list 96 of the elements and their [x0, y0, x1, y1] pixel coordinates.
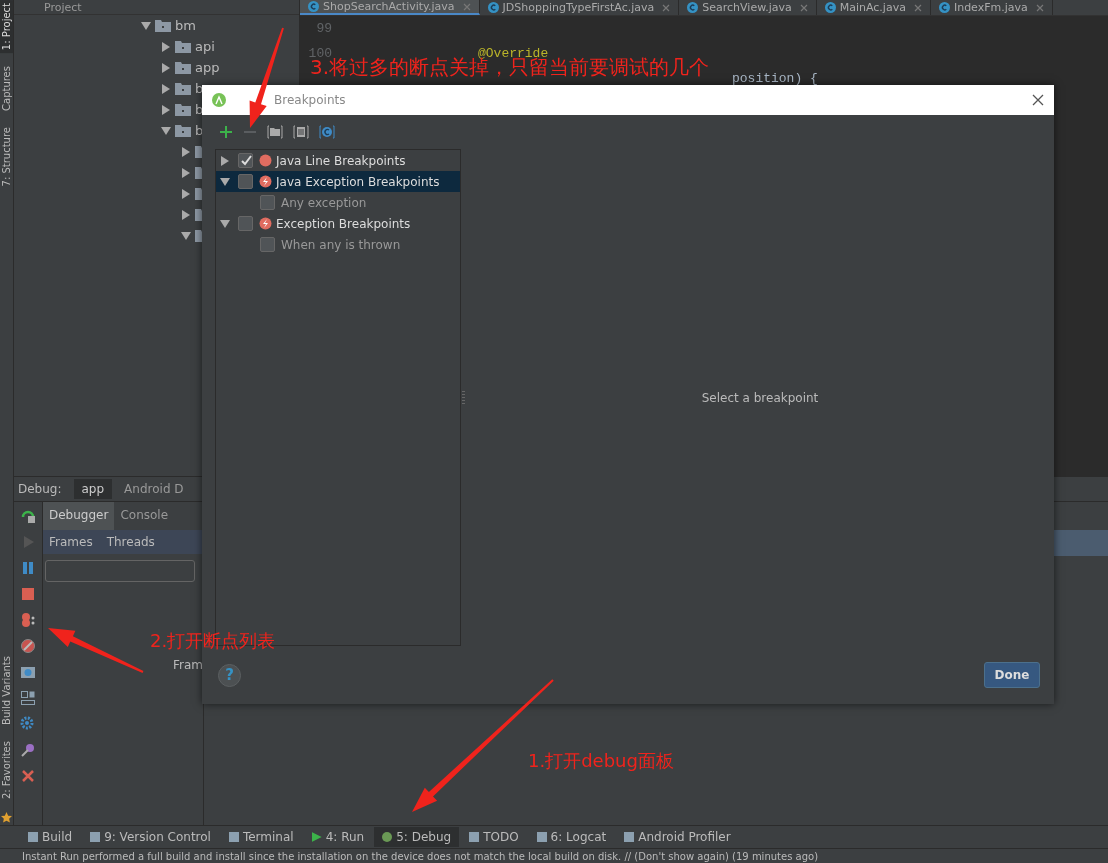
expand-arrow-icon[interactable]	[161, 83, 171, 94]
class-icon	[487, 2, 499, 13]
debug-tab[interactable]: Debugger	[43, 502, 115, 530]
lightning-icon	[259, 217, 272, 230]
add-icon[interactable]	[219, 125, 233, 139]
dialog-title: Breakpoints	[274, 93, 347, 107]
done-button[interactable]: Done	[984, 662, 1040, 688]
checkbox[interactable]	[260, 237, 275, 252]
close-icon[interactable]	[1032, 94, 1044, 106]
folder-icon	[175, 40, 191, 53]
folder-icon	[175, 82, 191, 95]
line-number: 99	[315, 21, 333, 36]
expand-arrow-icon[interactable]	[181, 167, 191, 178]
checkbox[interactable]	[238, 174, 253, 189]
expand-arrow-icon[interactable]	[161, 62, 171, 73]
class-icon[interactable]	[319, 125, 335, 139]
frames-message: Fram	[173, 658, 203, 672]
expand-arrow-icon[interactable]	[181, 188, 191, 199]
pin-icon[interactable]	[20, 742, 36, 758]
folder-icon	[175, 103, 191, 116]
tool-window-button[interactable]: 6: Logcat	[528, 827, 615, 847]
folder-icon	[175, 61, 191, 74]
checkbox[interactable]	[260, 195, 275, 210]
session-tab[interactable]: app	[73, 479, 113, 499]
debug-tab[interactable]: Console	[114, 502, 175, 530]
android-icon	[212, 93, 226, 107]
stop-icon[interactable]	[20, 586, 36, 602]
rerun-icon[interactable]	[20, 508, 36, 524]
tree-item[interactable]: api	[195, 39, 215, 54]
expand-arrow-icon[interactable]	[141, 20, 151, 31]
panel-title: Project	[44, 1, 82, 14]
expand-arrow-icon[interactable]	[181, 230, 191, 241]
file-icon[interactable]	[293, 125, 309, 139]
tree-item[interactable]: bm	[175, 18, 196, 33]
tree-item[interactable]: b	[195, 123, 204, 138]
tool-window-button[interactable]: 9: Version Control	[82, 827, 219, 847]
breakpoint-item[interactable]: When any is thrown	[281, 237, 401, 252]
side-tab[interactable]: Build Variants	[0, 652, 13, 728]
expand-arrow-icon[interactable]	[181, 209, 191, 220]
tool-window-button[interactable]: Android Profiler	[616, 827, 739, 847]
class-icon	[308, 1, 319, 12]
status-message: Instant Run performed a full build and install since the installation on the device does not match the local build on disk. // (Don't show again) (19 minutes ago)	[21, 851, 819, 862]
camera-icon[interactable]	[20, 664, 36, 680]
file-tab[interactable]: SearchView.java	[679, 0, 817, 15]
folder-icon	[175, 124, 191, 137]
empty-detail-message: Select a breakpoint	[701, 390, 819, 405]
pause-icon[interactable]	[20, 560, 36, 576]
expand-arrow-icon[interactable]	[181, 146, 191, 157]
tool-window-button[interactable]: Build	[20, 827, 81, 847]
class-icon	[824, 2, 836, 13]
session-tab[interactable]: Android D	[116, 479, 192, 499]
breakpoint-icon	[259, 154, 272, 167]
tree-item[interactable]: b	[195, 81, 204, 96]
view-tab[interactable]: Frames	[49, 535, 93, 549]
file-tab[interactable]: JDShoppingTypeFirstAc.java	[479, 0, 680, 15]
class-icon	[938, 2, 950, 13]
file-tab[interactable]: MainAc.java	[816, 0, 931, 15]
file-tab[interactable]: IndexFm.java	[930, 0, 1053, 15]
side-tab[interactable]: 7: Structure	[0, 124, 13, 190]
folder-icon	[155, 19, 171, 32]
settings-icon[interactable]	[20, 716, 36, 732]
tool-window-button[interactable]: Terminal	[220, 827, 302, 847]
side-tab[interactable]: 2: Favorites	[0, 737, 13, 802]
tool-window-button[interactable]: TODO	[461, 827, 527, 847]
mute-breakpoints-icon[interactable]	[20, 638, 36, 654]
code-text: position) {	[732, 71, 818, 86]
file-tab[interactable]: ShopSearchActivity.java	[300, 0, 480, 15]
side-tab[interactable]: 1: Project	[0, 0, 13, 54]
tool-window-button[interactable]: 4: Run	[303, 827, 373, 847]
panel-title: Debug:	[18, 482, 62, 496]
expand-arrow-icon[interactable]	[161, 41, 171, 52]
breakpoint-group-row[interactable]: Java Line Breakpoints	[216, 150, 460, 171]
folder-icon[interactable]	[267, 125, 283, 139]
breakpoint-item[interactable]: Any exception	[281, 195, 367, 210]
checkbox[interactable]	[238, 153, 253, 168]
breakpoint-group-row[interactable]: Java Exception Breakpoints	[216, 171, 460, 192]
expand-arrow-icon[interactable]	[220, 155, 230, 166]
tool-window-button[interactable]: 5: Debug	[374, 827, 460, 847]
side-tab[interactable]: Captures	[0, 63, 13, 115]
tree-item[interactable]: app	[195, 60, 220, 75]
breakpoint-group-row[interactable]: Exception Breakpoints	[216, 213, 460, 234]
checkbox[interactable]	[238, 216, 253, 231]
breakpoints-icon[interactable]	[20, 612, 36, 628]
lightning-icon	[259, 175, 272, 188]
expand-arrow-icon[interactable]	[161, 125, 171, 136]
splitter-handle[interactable]	[462, 390, 465, 405]
class-icon	[687, 2, 699, 13]
layout-icon[interactable]	[20, 690, 36, 706]
expand-arrow-icon[interactable]	[220, 176, 230, 187]
annotation-text: 1.打开debug面板	[528, 750, 674, 772]
expand-arrow-icon[interactable]	[161, 104, 171, 115]
expand-arrow-icon[interactable]	[220, 218, 230, 229]
annotation-text: 2.打开断点列表	[150, 630, 276, 652]
tree-item[interactable]: b	[195, 102, 204, 117]
star-icon	[1, 812, 12, 823]
view-tab[interactable]: Threads	[106, 535, 155, 549]
